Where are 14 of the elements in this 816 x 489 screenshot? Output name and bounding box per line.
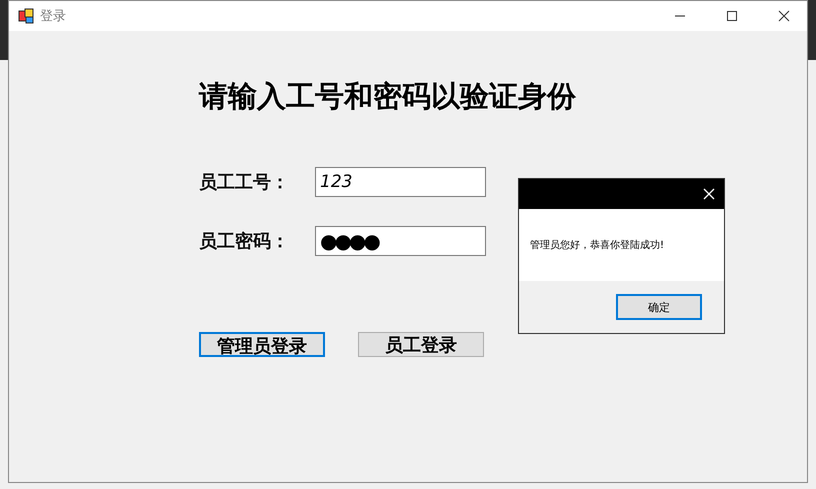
close-icon xyxy=(778,10,790,22)
login-button[interactable]: 管理员登录 xyxy=(199,332,325,357)
login-button[interactable]: 员工登录 xyxy=(358,332,484,357)
field-label: 员工密码： xyxy=(199,230,290,253)
app-icon xyxy=(18,8,34,24)
heading: 请输入工号和密码以验证身份 xyxy=(199,78,576,115)
employee-id-field[interactable]: 123 xyxy=(315,167,486,197)
maximize-icon xyxy=(726,10,738,22)
dialog-message: 管理员您好，恭喜你登陆成功! xyxy=(530,238,664,252)
window-title: 登录 xyxy=(40,8,67,25)
close-icon xyxy=(703,188,715,200)
ok-button[interactable]: 确定 xyxy=(616,294,702,320)
password-field[interactable]: ●●●● xyxy=(315,226,486,256)
field-label: 员工工号： xyxy=(199,171,290,194)
